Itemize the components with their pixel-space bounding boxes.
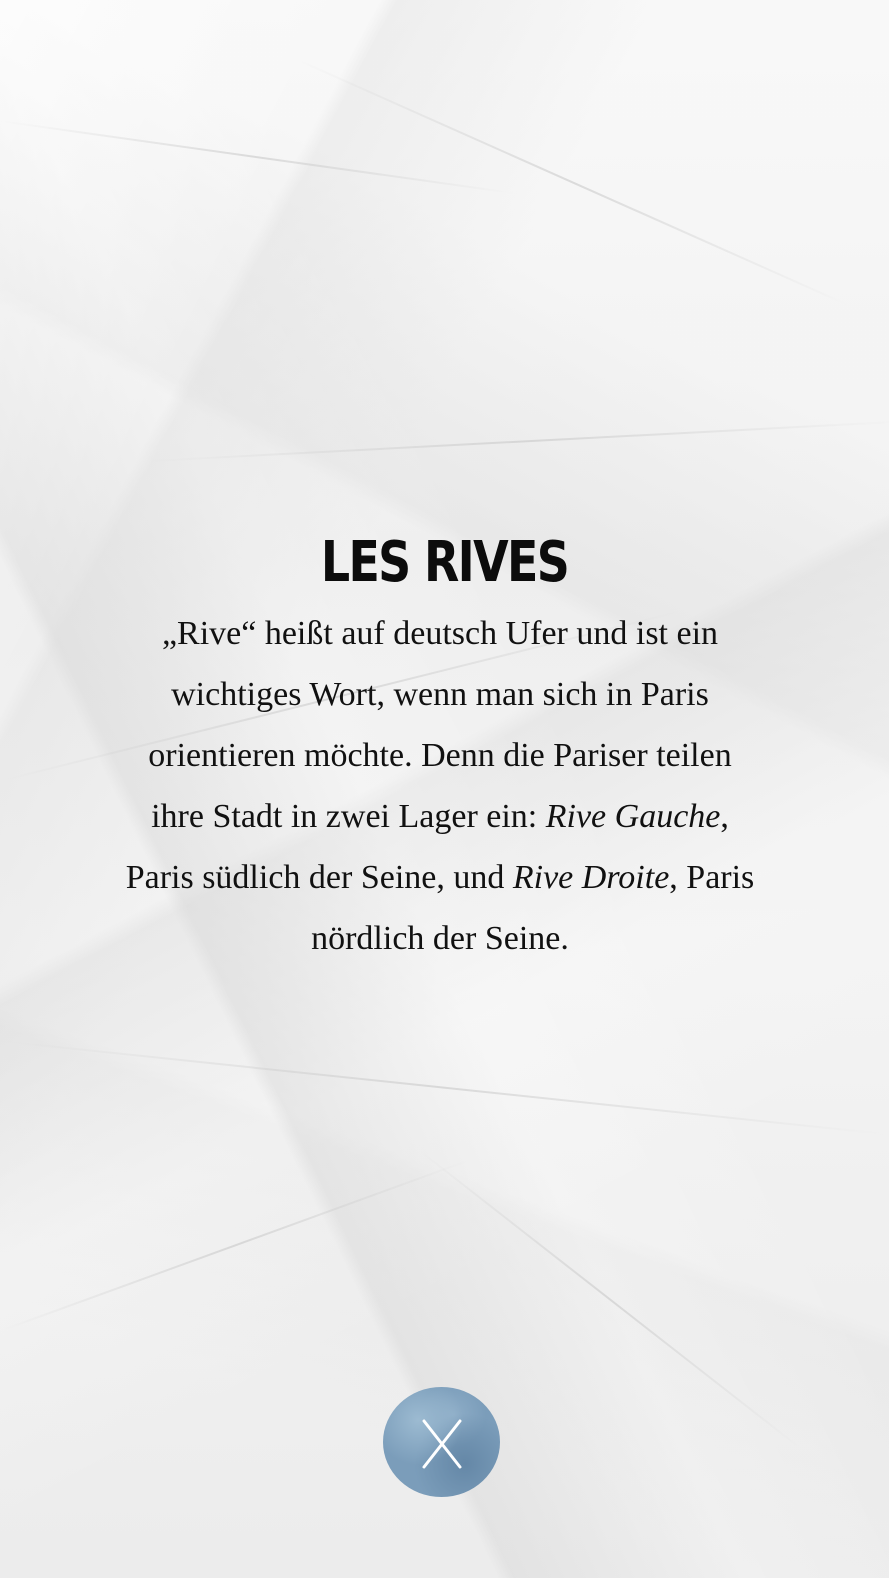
body-line: orientieren möchte. Denn die Pariser tei… [148, 737, 732, 774]
body-line: wichtiges Wort, wenn man sich in Paris [171, 676, 709, 713]
emphasis-rive-droite: Rive Droite [512, 859, 670, 896]
paper-crease [0, 1159, 471, 1332]
emphasis-rive-gauche: Rive Gauche [545, 798, 721, 835]
body-line: „Rive“ heißt auf deutsch Ufer und ist ei… [161, 615, 719, 652]
close-icon [422, 1419, 462, 1469]
body-line: nördlich der Seine. [311, 920, 569, 957]
paper-crease [0, 1040, 885, 1135]
page-title: LES RIVES [320, 530, 570, 595]
article-body: „Rive“ heißt auf deutsch Ufer und ist ei… [80, 603, 800, 969]
body-line: Paris südlich der Seine, und Rive Droite… [125, 859, 755, 896]
paper-crease [149, 420, 889, 462]
paper-crease [0, 120, 516, 195]
close-button[interactable] [383, 1387, 500, 1497]
body-line: ihre Stadt in zwei Lager ein: Rive Gauch… [151, 798, 729, 835]
paper-crease [299, 60, 849, 306]
